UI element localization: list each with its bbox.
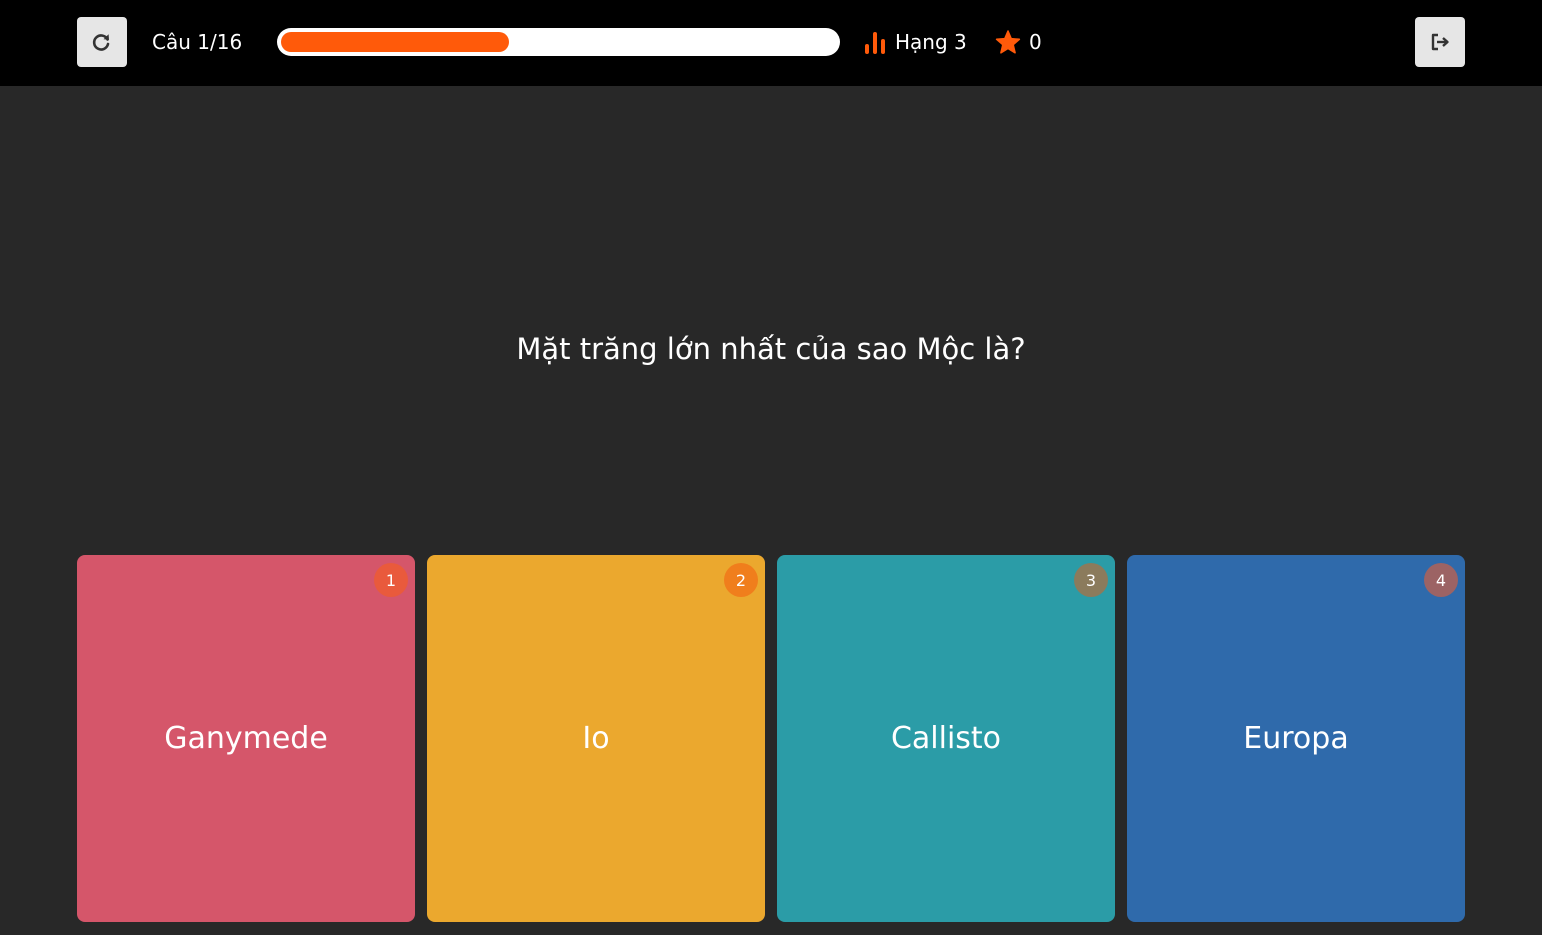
answer-card-4[interactable]: 4 Europa [1127, 555, 1465, 922]
exit-button[interactable] [1415, 17, 1465, 67]
bar-chart-icon [865, 32, 885, 54]
answer-card-2[interactable]: 2 Io [427, 555, 765, 922]
answer-label: Callisto [890, 721, 1002, 756]
answer-number-badge: 4 [1424, 563, 1458, 597]
progress-fill [281, 32, 509, 52]
rank-indicator: Hạng 3 [864, 26, 967, 58]
answer-card-3[interactable]: 3 Callisto [777, 555, 1115, 922]
top-bar: Câu 1/16 Hạng 3 0 [0, 0, 1542, 86]
question-counter: Câu 1/16 [152, 30, 243, 54]
rank-label: Hạng 3 [895, 30, 967, 54]
answer-grid: 1 Ganymede 2 Io 3 Callisto 4 Europa [77, 555, 1465, 922]
reload-icon [92, 34, 110, 51]
reload-button[interactable] [77, 17, 127, 67]
answer-number-badge: 2 [724, 563, 758, 597]
answer-label: Europa [1243, 721, 1349, 756]
exit-icon [1431, 33, 1449, 51]
answer-card-1[interactable]: 1 Ganymede [77, 555, 415, 922]
score-value: 0 [1029, 30, 1042, 54]
progress-bar [277, 28, 840, 56]
answer-number-badge: 3 [1074, 563, 1108, 597]
question-text: Mặt trăng lớn nhất của sao Mộc là? [516, 332, 1026, 366]
star-icon [995, 29, 1021, 54]
score-indicator: 0 [995, 26, 1042, 58]
answer-number-badge: 1 [374, 563, 408, 597]
answer-label: Io [582, 721, 610, 756]
answer-label: Ganymede [164, 721, 328, 756]
